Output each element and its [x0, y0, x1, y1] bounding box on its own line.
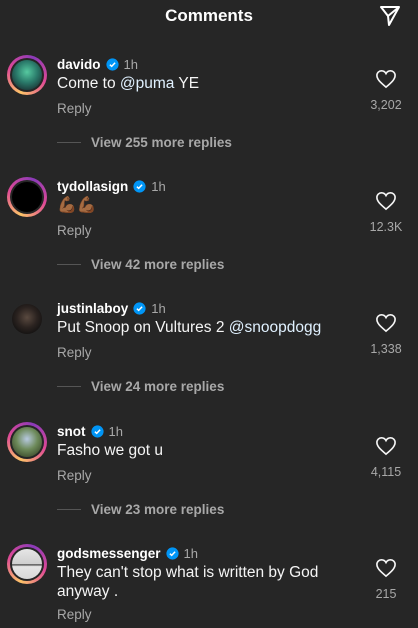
comment-meta: davido 1h: [57, 55, 138, 73]
like-count: 1,338: [370, 342, 402, 356]
like-count: 4,115: [370, 465, 402, 479]
like-count: 12.3K: [369, 220, 403, 234]
view-replies-label: View 42 more replies: [91, 257, 225, 272]
heart-outline-icon[interactable]: [375, 69, 397, 89]
view-replies-label: View 23 more replies: [91, 502, 225, 517]
heart-outline-icon[interactable]: [375, 191, 397, 211]
like-group: 1,338: [366, 313, 406, 356]
divider: [57, 142, 81, 143]
timestamp: 1h: [151, 178, 166, 194]
like-group: 4,115: [366, 436, 406, 479]
mention-link[interactable]: @puma: [120, 75, 175, 92]
send-icon[interactable]: [378, 4, 402, 28]
divider: [57, 264, 81, 265]
like-group: 215: [366, 558, 406, 601]
comment-meta: tydollasign 1h: [57, 177, 166, 195]
divider: [57, 509, 81, 510]
heart-outline-icon[interactable]: [375, 313, 397, 333]
heart-outline-icon[interactable]: [375, 558, 397, 578]
username[interactable]: godsmessenger: [57, 546, 161, 561]
verified-badge-icon: [90, 424, 104, 438]
like-count: 215: [375, 587, 397, 601]
verified-badge-icon: [133, 179, 146, 193]
avatar[interactable]: [7, 422, 47, 462]
comment-text: Fasho we got u: [57, 442, 163, 459]
timestamp: 1h: [151, 300, 166, 316]
verified-badge-icon: [133, 301, 146, 315]
avatar[interactable]: [7, 544, 47, 584]
header: Comments: [0, 0, 418, 34]
verified-badge-icon: [105, 57, 119, 71]
timestamp: 1h: [183, 545, 199, 561]
comment-meta: godsmessenger 1h: [57, 544, 198, 562]
view-replies-button[interactable]: View 42 more replies: [57, 257, 224, 272]
username[interactable]: tydollasign: [57, 179, 128, 194]
comment-text: Put Snoop on Vultures 2 @snoopdogg: [57, 319, 322, 336]
username[interactable]: justinlaboy: [57, 301, 128, 316]
avatar[interactable]: [7, 299, 47, 339]
avatar[interactable]: [7, 55, 47, 95]
avatar[interactable]: [7, 177, 47, 217]
comment-text: Come to @puma YE: [57, 75, 200, 92]
like-count: 3,202: [370, 98, 402, 112]
verified-badge-icon: [165, 546, 179, 560]
view-replies-button[interactable]: View 23 more replies: [57, 502, 224, 517]
like-group: 12.3K: [366, 191, 406, 234]
emoji-text: 💪🏾💪🏾: [57, 197, 97, 214]
timestamp: 1h: [108, 423, 123, 439]
like-group: 3,202: [366, 69, 406, 112]
comment-text: They can't stop what is written by God a…: [57, 564, 319, 600]
reply-button[interactable]: Reply: [57, 101, 92, 116]
username[interactable]: davido: [57, 57, 101, 72]
page-title: Comments: [165, 6, 253, 25]
comment-text: 💪🏾💪🏾: [57, 196, 347, 215]
comment-meta: snot 1h: [57, 422, 123, 440]
heart-outline-icon[interactable]: [375, 436, 397, 456]
view-replies-button[interactable]: View 255 more replies: [57, 135, 232, 150]
mention-link[interactable]: @snoopdogg: [229, 319, 321, 336]
view-replies-label: View 24 more replies: [91, 379, 225, 394]
divider: [57, 386, 81, 387]
username[interactable]: snot: [57, 424, 86, 439]
reply-button[interactable]: Reply: [57, 468, 92, 483]
reply-button[interactable]: Reply: [57, 345, 92, 360]
reply-button[interactable]: Reply: [57, 607, 92, 622]
timestamp: 1h: [123, 56, 138, 72]
comment-meta: justinlaboy 1h: [57, 299, 166, 317]
view-replies-button[interactable]: View 24 more replies: [57, 379, 224, 394]
view-replies-label: View 255 more replies: [91, 135, 232, 150]
reply-button[interactable]: Reply: [57, 223, 92, 238]
